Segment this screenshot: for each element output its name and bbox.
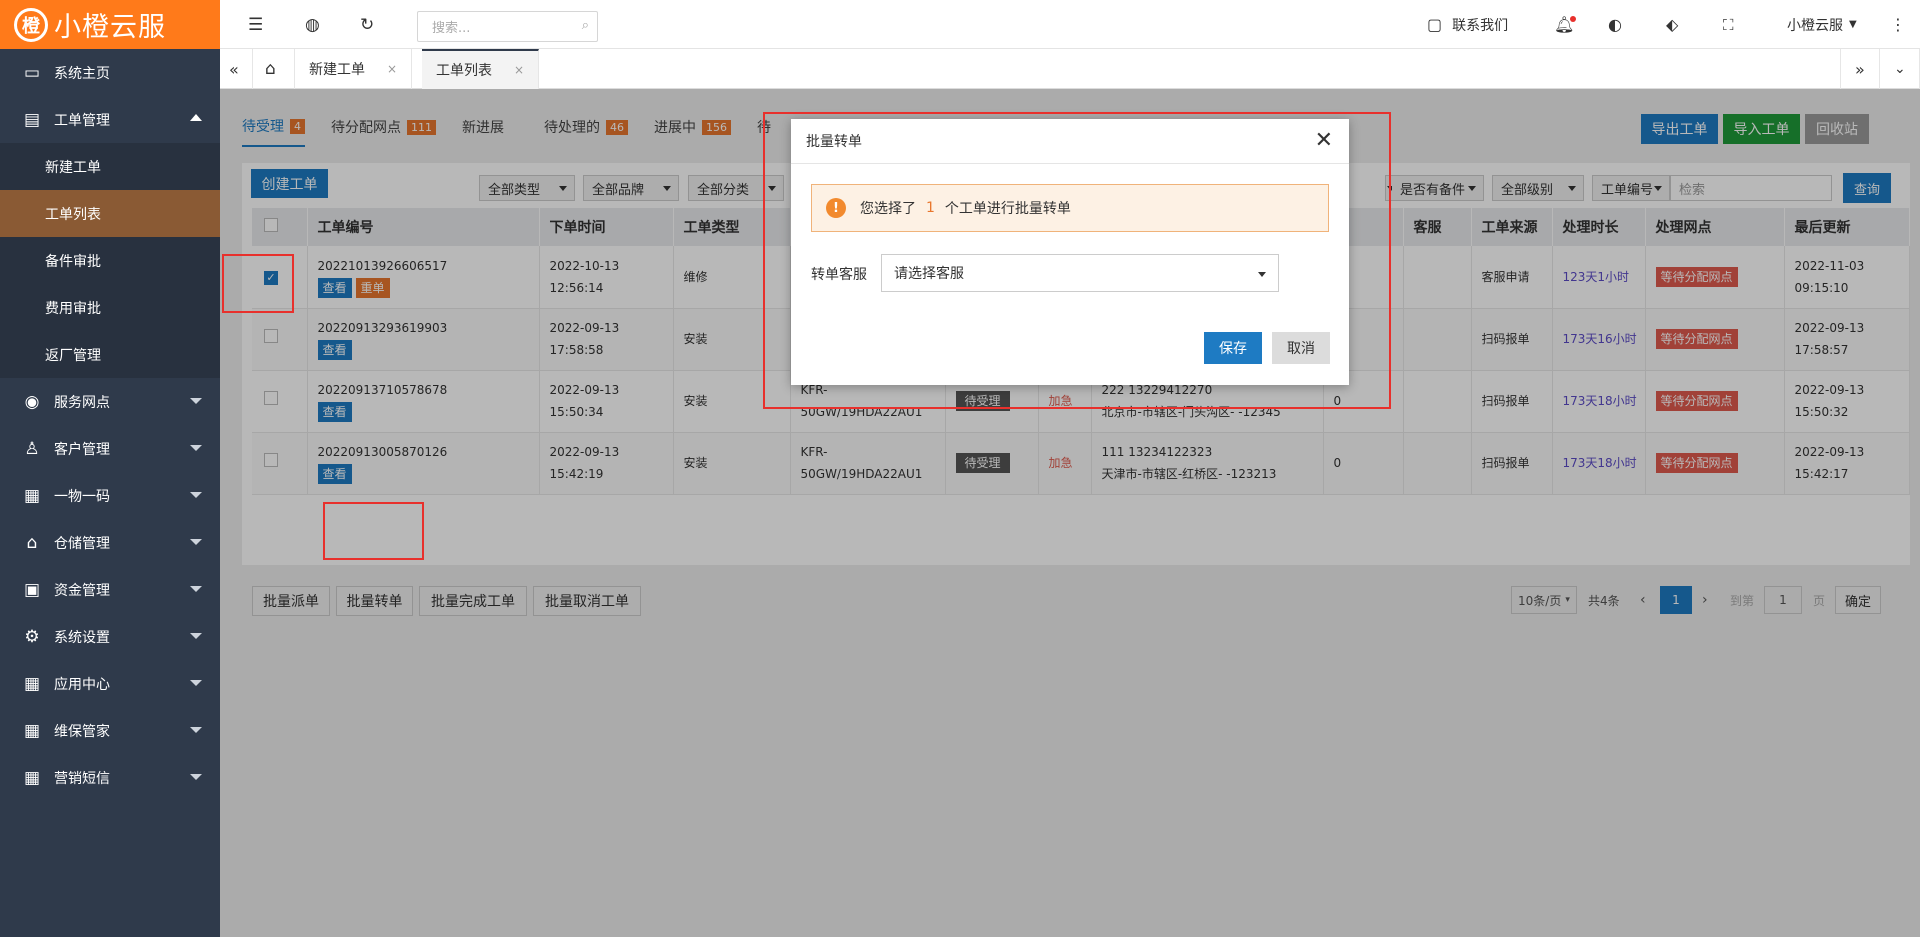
sidebar-subitem-return[interactable]: 返厂管理 [0, 331, 220, 378]
sidebar-subitem-parts-approval[interactable]: 备件审批 [0, 237, 220, 284]
user-name: 小橙云服 [1787, 17, 1843, 34]
sidebar-item-label: 营销短信 [54, 770, 110, 787]
logo-mark: 橙 [14, 7, 48, 42]
sidebar-item-label: 客户管理 [54, 441, 110, 458]
brand-name: 小橙云服 [54, 12, 166, 43]
caret-down-icon: ▼ [1849, 19, 1857, 30]
agent-select-placeholder: 请选择客服 [894, 266, 964, 282]
alert-prefix: 您选择了 [860, 201, 916, 217]
tabs-scroll-left-icon[interactable]: « [220, 49, 253, 89]
menu-toggle-icon[interactable]: ☰ [248, 0, 263, 49]
bank-icon: ⌂ [26, 532, 38, 553]
fullscreen-icon[interactable]: ⛶ [1723, 0, 1734, 49]
chevron-down-icon [190, 445, 202, 451]
sidebar-item-label: 系统设置 [54, 629, 110, 646]
globe-icon[interactable]: ◍ [305, 0, 320, 49]
location-icon: ◉ [24, 391, 40, 412]
sidebar-submenu: 新建工单 工单列表 备件审批 费用审批 返厂管理 [0, 143, 220, 378]
chevron-down-icon [190, 633, 202, 639]
save-button[interactable]: 保存 [1204, 332, 1262, 364]
sidebar-subitem-order-list[interactable]: 工单列表 [0, 190, 220, 237]
sidebar-item-label: 工单管理 [54, 112, 110, 129]
sidebar-item-label: 一物一码 [54, 488, 110, 505]
sidebar-item-warehouse[interactable]: ⌂ 仓储管理 [0, 519, 220, 566]
sidebar-item-apps[interactable]: ▦ 应用中心 [0, 660, 220, 707]
sidebar-subitem-new-order[interactable]: 新建工单 [0, 143, 220, 190]
sidebar-item-maintenance[interactable]: ▦ 维保管家 [0, 707, 220, 754]
chevron-down-icon [190, 680, 202, 686]
chevron-down-icon [190, 492, 202, 498]
search-icon: ⌕ [581, 18, 589, 33]
tab-new-order[interactable]: 新建工单 × [295, 49, 413, 89]
tabs-scroll-right-icon[interactable]: » [1840, 49, 1880, 89]
document-icon: ▤ [23, 109, 41, 130]
sidebar-item-label: 应用中心 [54, 676, 110, 693]
sidebar-item-label: 仓储管理 [54, 535, 110, 552]
contact-us[interactable]: ▢ 联系我们 [1427, 0, 1508, 49]
money-icon: ▣ [23, 579, 41, 600]
user-icon: ♙ [24, 438, 40, 459]
agent-field-label: 转单客服 [811, 267, 867, 283]
topbar: ☰ ◍ ↻ 搜索... ⌕ ▢ 联系我们 🔔︎ ◐ ⬖ ⛶ 小橙云服 ▼ ⋮ [220, 0, 1920, 49]
refresh-icon[interactable]: ↻ [360, 0, 374, 49]
tag-icon[interactable]: ⬖ [1666, 0, 1678, 49]
sidebar-item-label: 资金管理 [54, 582, 110, 599]
sidebar-item-funds[interactable]: ▣ 资金管理 [0, 566, 220, 613]
tab-label: 新建工单 [309, 62, 365, 78]
chevron-down-icon [190, 586, 202, 592]
search-input[interactable]: 搜索... ⌕ [417, 11, 598, 42]
caret-down-icon [1258, 272, 1266, 277]
contact-label: 联系我们 [1452, 17, 1509, 34]
grid-icon: ▦ [23, 767, 41, 788]
selection-alert: ! 您选择了 1 个工单进行批量转单 [811, 184, 1329, 232]
tabbar: « ⌂ 新建工单 × 工单列表 × » ⌄ [220, 49, 1920, 89]
cancel-button[interactable]: 取消 [1272, 332, 1330, 364]
chevron-down-icon [190, 398, 202, 404]
home-icon[interactable]: ⌂ [253, 49, 295, 89]
chevron-down-icon [190, 727, 202, 733]
chevron-up-icon [190, 114, 202, 121]
dialog-title: 批量转单 [806, 134, 862, 150]
monitor-icon: ▭ [23, 62, 41, 83]
tabs-menu-chevron-down-icon[interactable]: ⌄ [1880, 49, 1920, 89]
search-placeholder: 搜索... [432, 21, 471, 36]
sidebar-item-codes[interactable]: ▦ 一物一码 [0, 472, 220, 519]
chat-icon: ▢ [1427, 15, 1443, 34]
bell-icon[interactable]: 🔔︎ [1554, 0, 1576, 49]
sidebar-item-label: 服务网点 [54, 394, 110, 411]
sidebar-item-sms[interactable]: ▦ 营销短信 [0, 754, 220, 801]
close-icon[interactable]: × [514, 63, 524, 77]
sidebar-item-customers[interactable]: ♙ 客户管理 [0, 425, 220, 472]
close-icon[interactable]: ✕ [1315, 128, 1333, 153]
palette-icon[interactable]: ◐ [1608, 0, 1622, 49]
grid-icon: ▦ [23, 485, 41, 506]
grid-icon: ▦ [23, 720, 41, 741]
grid-icon: ▦ [23, 673, 41, 694]
notification-dot [1570, 16, 1576, 22]
agent-select[interactable]: 请选择客服 [881, 254, 1279, 292]
alert-count: 1 [926, 200, 935, 216]
dialog-header: 批量转单 ✕ [791, 119, 1349, 164]
chevron-down-icon [190, 539, 202, 545]
user-menu[interactable]: 小橙云服 ▼ [1787, 0, 1857, 49]
sidebar-item-label: 系统主页 [54, 65, 110, 82]
more-vertical-icon[interactable]: ⋮ [1890, 0, 1906, 49]
warning-icon: ! [826, 198, 846, 218]
alert-suffix: 个工单进行批量转单 [944, 201, 1071, 217]
tab-label: 工单列表 [436, 63, 492, 79]
tab-order-list[interactable]: 工单列表 × [422, 49, 540, 89]
sidebar: 橙 小橙云服 ▭ 系统主页 ▤ 工单管理 新建工单 工单列表 备件审批 费用审批 返… [0, 0, 220, 937]
gear-icon: ⚙ [24, 626, 40, 647]
bulk-transfer-dialog: 批量转单 ✕ ! 您选择了 1 个工单进行批量转单 转单客服 请选择客服 保存 … [791, 119, 1349, 385]
close-icon[interactable]: × [387, 62, 397, 76]
sidebar-item-orders[interactable]: ▤ 工单管理 [0, 96, 220, 143]
sidebar-item-label: 维保管家 [54, 723, 110, 740]
sidebar-item-settings[interactable]: ⚙ 系统设置 [0, 613, 220, 660]
sidebar-subitem-fee-approval[interactable]: 费用审批 [0, 284, 220, 331]
logo[interactable]: 橙 小橙云服 [0, 0, 220, 49]
sidebar-item-service-points[interactable]: ◉ 服务网点 [0, 378, 220, 425]
chevron-down-icon [190, 774, 202, 780]
sidebar-item-home[interactable]: ▭ 系统主页 [0, 49, 220, 96]
